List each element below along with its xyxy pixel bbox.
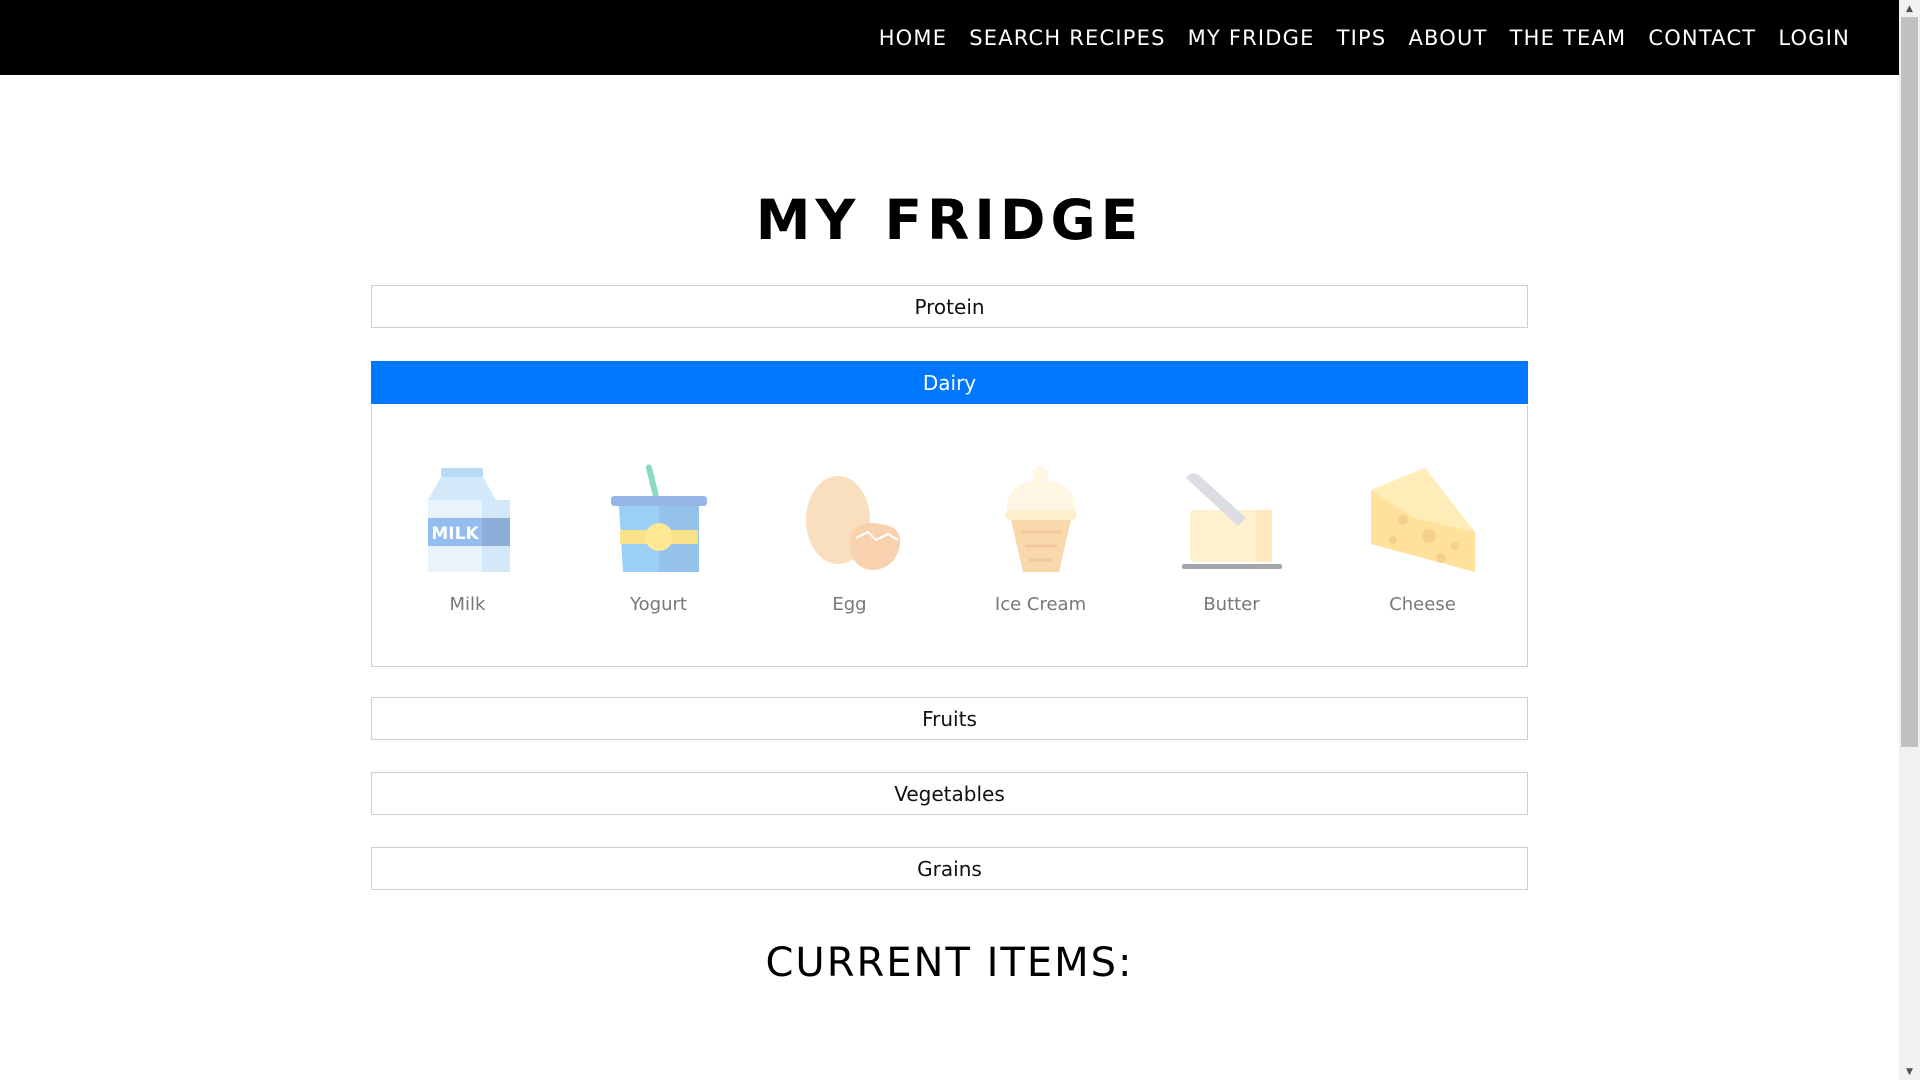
top-navbar: HOME SEARCH RECIPES MY FRIDGE TIPS ABOUT… [0, 0, 1899, 75]
food-item-ice-cream[interactable]: Ice Cream [945, 460, 1136, 615]
food-item-cheese[interactable]: Cheese [1327, 460, 1518, 615]
food-item-milk[interactable]: MILK Milk [372, 460, 563, 615]
scrollbar-thumb[interactable] [1901, 17, 1918, 747]
food-label-egg: Egg [832, 594, 867, 615]
food-label-butter: Butter [1203, 594, 1260, 615]
category-dairy-header[interactable]: Dairy [371, 361, 1528, 404]
nav-my-fridge-link[interactable]: MY FRIDGE [1188, 26, 1315, 50]
ice-cream-cone-icon [1004, 466, 1077, 572]
scroll-down-arrow-icon[interactable]: ▼ [1899, 1063, 1920, 1080]
svg-text:MILK: MILK [431, 524, 479, 544]
food-item-yogurt[interactable]: Yogurt [563, 460, 754, 615]
page-title: MY FRIDGE [755, 188, 1144, 252]
food-item-butter[interactable]: Butter [1136, 460, 1327, 615]
dairy-item-grid: MILK Milk Yogurt Egg Ice Cream Butter Ch… [372, 460, 1527, 615]
food-label-yogurt: Yogurt [630, 594, 687, 615]
nav-the-team-link[interactable]: THE TEAM [1510, 26, 1627, 50]
category-fruits-header[interactable]: Fruits [371, 697, 1528, 740]
food-item-egg[interactable]: Egg [754, 460, 945, 615]
nav-contact-link[interactable]: CONTACT [1648, 26, 1756, 50]
page-scrollbar[interactable]: ▲ ▼ [1899, 0, 1920, 1080]
food-label-milk: Milk [449, 594, 486, 615]
nav-links: HOME SEARCH RECIPES MY FRIDGE TIPS ABOUT… [857, 26, 1850, 50]
nav-home-link[interactable]: HOME [879, 26, 948, 50]
scroll-up-arrow-icon[interactable]: ▲ [1899, 0, 1920, 17]
category-grains-header[interactable]: Grains [371, 847, 1528, 890]
yogurt-cup-icon [610, 464, 707, 572]
food-label-ice-cream: Ice Cream [994, 594, 1087, 615]
egg-icon [805, 476, 900, 570]
nav-tips-link[interactable]: TIPS [1337, 26, 1387, 50]
nav-search-recipes-link[interactable]: SEARCH RECIPES [969, 26, 1165, 50]
category-protein-header[interactable]: Protein [371, 285, 1528, 328]
nav-login-link[interactable]: LOGIN [1778, 26, 1850, 50]
cheese-icon [1370, 468, 1475, 572]
butter-icon [1181, 473, 1282, 569]
food-label-cheese: Cheese [1389, 594, 1456, 615]
current-items-title: CURRENT ITEMS: [765, 940, 1134, 986]
nav-about-link[interactable]: ABOUT [1408, 26, 1487, 50]
milk-carton-icon: MILK [427, 468, 510, 572]
dairy-items-panel: MILK Milk Yogurt Egg Ice Cream Butter Ch… [371, 405, 1528, 667]
category-vegetables-header[interactable]: Vegetables [371, 772, 1528, 815]
